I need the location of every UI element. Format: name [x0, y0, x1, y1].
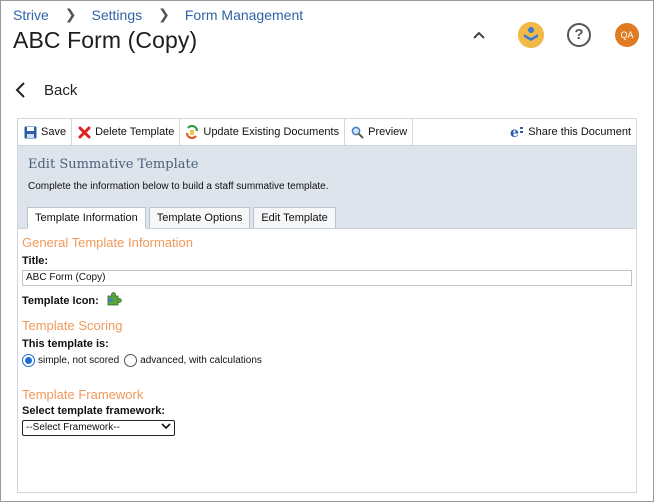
chevron-right-icon: ❯ — [158, 6, 170, 22]
share-document-button[interactable]: e Share this Document — [505, 119, 636, 145]
general-section-heading: General Template Information — [22, 235, 194, 250]
preview-label: Preview — [368, 126, 408, 138]
template-editor-panel: Save Delete Template Update Existing Doc… — [17, 118, 637, 493]
editor-subheading: Complete the information below to build … — [28, 181, 329, 192]
magnifier-icon — [350, 125, 364, 139]
update-existing-documents-button[interactable]: Update Existing Documents — [180, 119, 346, 145]
tab-template-options[interactable]: Template Options — [148, 207, 251, 228]
svg-text:e: e — [510, 125, 519, 139]
title-label: Title: — [22, 255, 49, 267]
page-title: ABC Form (Copy) — [13, 27, 198, 53]
save-label: Save — [41, 126, 67, 138]
user-avatar[interactable]: QA — [615, 23, 639, 47]
radio-simple-label: simple, not scored — [38, 354, 120, 366]
breadcrumb-settings[interactable]: Settings — [92, 7, 143, 23]
preview-button[interactable]: Preview — [345, 119, 414, 145]
radio-advanced-with-calculations[interactable] — [124, 353, 138, 367]
puzzle-piece-icon[interactable] — [106, 291, 122, 312]
app-badge-icon[interactable] — [518, 22, 544, 48]
radio-advanced-label: advanced, with calculations — [140, 354, 262, 366]
chevron-right-icon: ❯ — [64, 6, 77, 22]
help-icon[interactable]: ? — [567, 23, 591, 47]
delete-template-button[interactable]: Delete Template — [72, 119, 181, 145]
chevron-down-icon — [161, 422, 171, 433]
breadcrumb-form-management[interactable]: Form Management — [185, 7, 303, 23]
delete-x-icon — [77, 125, 91, 139]
radio-simple-not-scored[interactable] — [22, 353, 35, 367]
refresh-document-icon — [185, 125, 199, 139]
share-document-label: Share this Document — [528, 126, 631, 138]
breadcrumb-strive[interactable]: Strive — [13, 7, 49, 23]
chevron-up-icon[interactable] — [468, 24, 490, 46]
scoring-options: simple, not scored advanced, with calcul… — [22, 353, 632, 367]
tab-edit-template[interactable]: Edit Template — [253, 207, 336, 228]
framework-label: Select template framework: — [22, 404, 166, 417]
title-input[interactable] — [22, 269, 632, 286]
chevron-left-icon — [15, 82, 25, 98]
template-information-form: General Template Information Title: Temp… — [18, 229, 636, 436]
template-icon-label: Template Icon: — [22, 295, 99, 307]
framework-section-heading: Template Framework — [22, 386, 144, 402]
back-button[interactable]: Back — [14, 81, 77, 99]
editor-tabs: Template Information Template Options Ed… — [27, 207, 339, 229]
template-icon-row: Template Icon: — [22, 291, 632, 312]
framework-select-value: --Select Framework-- — [26, 422, 120, 433]
share-e-icon: e — [510, 125, 524, 139]
scoring-section-heading: Template Scoring — [22, 317, 123, 333]
toolbar: Save Delete Template Update Existing Doc… — [18, 119, 636, 146]
save-button[interactable]: Save — [18, 119, 73, 145]
framework-select[interactable]: --Select Framework-- — [22, 419, 175, 436]
breadcrumb: Strive ❯ Settings ❯ Form Management — [13, 6, 303, 23]
scoring-label: This template is: — [22, 337, 109, 350]
save-icon — [23, 125, 37, 139]
update-existing-documents-label: Update Existing Documents — [203, 126, 340, 138]
tab-template-information[interactable]: Template Information — [27, 207, 146, 229]
delete-template-label: Delete Template — [95, 126, 175, 138]
editor-header: Edit Summative Template Complete the inf… — [18, 146, 636, 229]
back-label: Back — [44, 81, 78, 99]
editor-heading: Edit Summative Template — [28, 157, 199, 172]
